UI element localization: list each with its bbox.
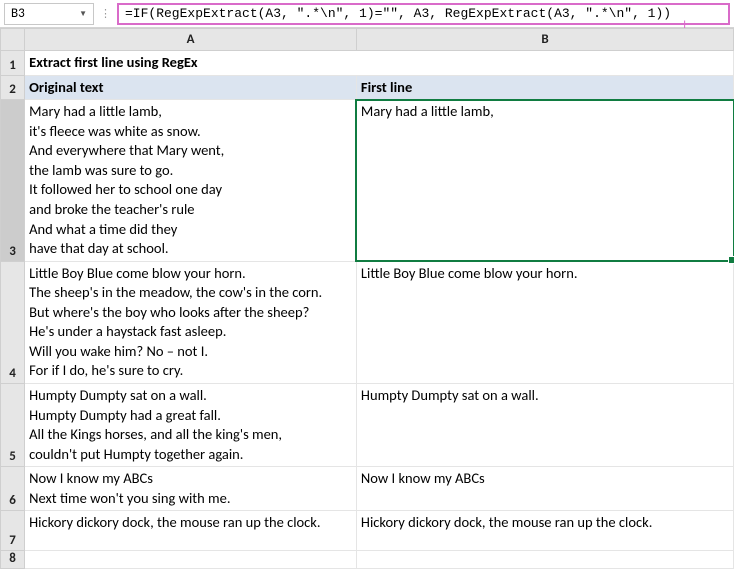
col-header-b[interactable]: B (356, 29, 733, 51)
formula-toolbar: B3 ▼ ⋮ =IF(RegExpExtract(A3, ".*\n", 1)=… (0, 0, 734, 28)
cell-a3[interactable]: Mary had a little lamb, it's fleece was … (25, 100, 357, 262)
select-all-corner[interactable] (1, 29, 25, 51)
row-header-5[interactable]: 5 (1, 384, 25, 467)
name-box-value: B3 (11, 6, 25, 21)
formula-text: =IF(RegExpExtract(A3, ".*\n", 1)="", A3,… (125, 6, 671, 21)
name-box[interactable]: B3 ▼ (4, 3, 94, 25)
row-header-3[interactable]: 3 (1, 100, 25, 262)
header-a[interactable]: Original text (25, 75, 357, 100)
row-header-1[interactable]: 1 (1, 51, 25, 76)
cell-a8[interactable] (25, 551, 357, 569)
cell-b7[interactable]: Hickory dickory dock, the mouse ran up t… (356, 511, 733, 551)
chevron-down-icon[interactable]: ▼ (79, 9, 87, 19)
col-header-a[interactable]: A (25, 29, 357, 51)
row-header-4[interactable]: 4 (1, 261, 25, 383)
cell-b5[interactable]: Humpty Dumpty sat on a wall. (356, 384, 733, 467)
title-cell[interactable]: Extract first line using RegEx (25, 51, 734, 76)
cell-a7[interactable]: Hickory dickory dock, the mouse ran up t… (25, 511, 357, 551)
row-header-8[interactable]: 8 (1, 551, 25, 569)
formula-bar[interactable]: =IF(RegExpExtract(A3, ".*\n", 1)="", A3,… (117, 3, 730, 25)
cell-b6[interactable]: Now I know my ABCs (356, 467, 733, 511)
cell-a5[interactable]: Humpty Dumpty sat on a wall. Humpty Dump… (25, 384, 357, 467)
row-header-2[interactable]: 2 (1, 75, 25, 100)
cell-b4[interactable]: Little Boy Blue come blow your horn. (356, 261, 733, 383)
header-b[interactable]: First line (356, 75, 733, 100)
spreadsheet-grid[interactable]: A B 1 Extract first line using RegEx 2 O… (0, 28, 734, 569)
row-header-6[interactable]: 6 (1, 467, 25, 511)
cell-a4[interactable]: Little Boy Blue come blow your horn. The… (25, 261, 357, 383)
cell-b3[interactable]: Mary had a little lamb, (356, 100, 733, 262)
fx-separator: ⋮ (98, 7, 113, 20)
cell-b8[interactable] (356, 551, 733, 569)
row-header-7[interactable]: 7 (1, 511, 25, 551)
cell-a6[interactable]: Now I know my ABCs Next time won't you s… (25, 467, 357, 511)
